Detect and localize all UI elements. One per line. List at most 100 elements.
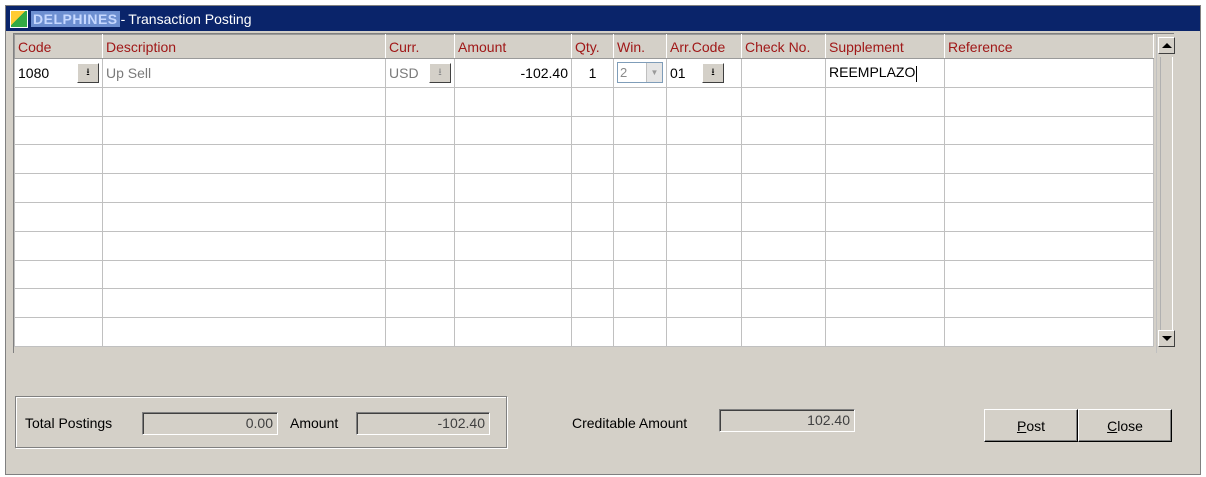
empty-cell[interactable] — [14, 230, 103, 261]
window-cell[interactable]: 2 ▼ — [613, 58, 667, 88]
empty-cell[interactable] — [825, 230, 945, 261]
empty-cell[interactable] — [666, 86, 742, 117]
empty-cell[interactable] — [944, 317, 1154, 347]
empty-cell[interactable] — [454, 201, 572, 232]
supplement-input[interactable]: REEMPLAZO — [829, 64, 915, 80]
col-header-arr-code[interactable]: Arr.Code — [666, 34, 742, 59]
post-button[interactable]: Post — [984, 409, 1078, 442]
empty-cell[interactable] — [741, 144, 826, 175]
empty-cell[interactable] — [571, 173, 614, 203]
amount-cell[interactable]: -102.40 — [454, 58, 572, 88]
empty-cell[interactable] — [454, 230, 572, 261]
empty-cell[interactable] — [102, 201, 386, 232]
empty-cell[interactable] — [741, 230, 826, 261]
empty-cell[interactable] — [571, 201, 614, 232]
empty-cell[interactable] — [613, 86, 667, 117]
empty-cell[interactable] — [825, 86, 945, 117]
col-header-currency[interactable]: Curr. — [385, 34, 455, 59]
empty-cell[interactable] — [14, 173, 103, 203]
empty-cell[interactable] — [385, 115, 455, 146]
empty-cell[interactable] — [102, 288, 386, 319]
empty-cell[interactable] — [741, 201, 826, 232]
empty-cell[interactable] — [825, 288, 945, 319]
empty-cell[interactable] — [825, 144, 945, 175]
empty-cell[interactable] — [14, 115, 103, 146]
supplement-cell[interactable]: REEMPLAZO — [825, 58, 945, 88]
empty-cell[interactable] — [571, 115, 614, 146]
check-no-cell[interactable] — [741, 58, 826, 88]
empty-cell[interactable] — [454, 288, 572, 319]
code-cell[interactable]: 1080 ⭳ — [14, 58, 103, 88]
empty-cell[interactable] — [385, 201, 455, 232]
empty-cell[interactable] — [741, 86, 826, 117]
empty-cell[interactable] — [741, 115, 826, 146]
empty-cell[interactable] — [102, 230, 386, 261]
vertical-scrollbar[interactable] — [1156, 34, 1175, 353]
empty-cell[interactable] — [825, 317, 945, 347]
empty-cell[interactable] — [385, 317, 455, 347]
empty-cell[interactable] — [102, 317, 386, 347]
empty-cell[interactable] — [385, 144, 455, 175]
close-button[interactable]: Close — [1078, 409, 1172, 442]
empty-cell[interactable] — [741, 259, 826, 290]
empty-cell[interactable] — [613, 173, 667, 203]
empty-cell[interactable] — [944, 115, 1154, 146]
amount-value[interactable]: -102.40 — [521, 65, 568, 81]
empty-cell[interactable] — [944, 201, 1154, 232]
empty-cell[interactable] — [454, 144, 572, 175]
empty-cell[interactable] — [666, 230, 742, 261]
empty-cell[interactable] — [102, 173, 386, 203]
code-lookup-button[interactable]: ⭳ — [77, 62, 99, 83]
empty-cell[interactable] — [825, 259, 945, 290]
empty-cell[interactable] — [666, 259, 742, 290]
chevron-down-icon[interactable]: ▼ — [646, 63, 662, 83]
empty-cell[interactable] — [666, 144, 742, 175]
empty-cell[interactable] — [944, 144, 1154, 175]
col-header-amount[interactable]: Amount — [454, 34, 572, 59]
empty-cell[interactable] — [14, 259, 103, 290]
empty-cell[interactable] — [102, 86, 386, 117]
empty-cell[interactable] — [666, 288, 742, 319]
empty-cell[interactable] — [14, 144, 103, 175]
empty-cell[interactable] — [385, 86, 455, 117]
empty-cell[interactable] — [14, 86, 103, 117]
empty-cell[interactable] — [454, 317, 572, 347]
empty-cell[interactable] — [385, 173, 455, 203]
empty-cell[interactable] — [613, 259, 667, 290]
empty-cell[interactable] — [944, 230, 1154, 261]
empty-cell[interactable] — [14, 201, 103, 232]
col-header-qty[interactable]: Qty. — [571, 34, 614, 59]
col-header-supplement[interactable]: Supplement — [825, 34, 945, 59]
empty-cell[interactable] — [385, 288, 455, 319]
empty-cell[interactable] — [14, 288, 103, 319]
code-value[interactable]: 1080 — [18, 65, 49, 81]
empty-cell[interactable] — [944, 288, 1154, 319]
empty-cell[interactable] — [385, 259, 455, 290]
empty-cell[interactable] — [944, 259, 1154, 290]
empty-cell[interactable] — [454, 115, 572, 146]
empty-cell[interactable] — [571, 230, 614, 261]
qty-value[interactable]: 1 — [589, 65, 597, 81]
empty-cell[interactable] — [613, 115, 667, 146]
empty-cell[interactable] — [454, 173, 572, 203]
empty-cell[interactable] — [571, 86, 614, 117]
empty-cell[interactable] — [666, 201, 742, 232]
empty-cell[interactable] — [613, 317, 667, 347]
empty-cell[interactable] — [825, 201, 945, 232]
empty-cell[interactable] — [944, 86, 1154, 117]
empty-cell[interactable] — [613, 288, 667, 319]
reference-cell[interactable] — [944, 58, 1154, 88]
empty-cell[interactable] — [613, 201, 667, 232]
empty-cell[interactable] — [741, 288, 826, 319]
empty-cell[interactable] — [454, 259, 572, 290]
empty-cell[interactable] — [613, 144, 667, 175]
empty-cell[interactable] — [825, 173, 945, 203]
empty-cell[interactable] — [102, 144, 386, 175]
empty-cell[interactable] — [571, 144, 614, 175]
empty-cell[interactable] — [613, 230, 667, 261]
col-header-check-no[interactable]: Check No. — [741, 34, 826, 59]
empty-cell[interactable] — [666, 115, 742, 146]
empty-cell[interactable] — [571, 259, 614, 290]
window-select[interactable]: 2 ▼ — [617, 62, 663, 84]
empty-cell[interactable] — [571, 317, 614, 347]
